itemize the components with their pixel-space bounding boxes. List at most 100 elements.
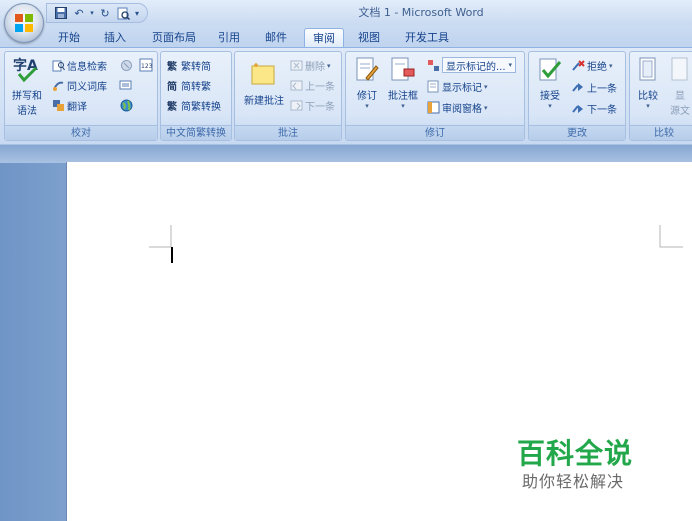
chevron-down-icon: ▾ xyxy=(609,61,613,70)
accept-label: 接受 xyxy=(540,91,560,102)
previous-change-label: 上一条 xyxy=(587,84,617,95)
reviewing-pane-button[interactable]: 审阅窗格 ▾ xyxy=(426,100,488,115)
new-comment-icon xyxy=(249,60,279,90)
compare-icon xyxy=(633,55,663,85)
previous-comment-icon xyxy=(289,79,303,93)
reviewing-pane-label: 审阅窗格 xyxy=(442,104,482,115)
spelling-label-line1: 拼写和 xyxy=(12,91,42,102)
tab-mailings[interactable]: 邮件 xyxy=(258,28,294,48)
chevron-down-icon: ▾ xyxy=(484,103,488,112)
page-top-shadow xyxy=(0,145,692,163)
tab-view[interactable]: 视图 xyxy=(352,28,386,48)
translation-tip-button[interactable] xyxy=(119,58,133,72)
ribbon: 字A 拼写和 语法 信息检索 同义词库 翻译 123 校对 繁 繁转简 简 简转… xyxy=(0,47,692,144)
customize-qat-icon[interactable]: ▾ xyxy=(133,5,141,21)
group-proofing: 字A 拼写和 语法 信息检索 同义词库 翻译 123 校对 xyxy=(4,51,158,141)
to-simplified-label: 繁转简 xyxy=(181,62,211,73)
convert-label: 简繁转换 xyxy=(181,102,221,113)
group-changes: 接受 ▾ 拒绝 ▾ 上一条 下一条 更改 xyxy=(528,51,626,141)
spelling-grammar-button[interactable]: 字A 拼写和 语法 xyxy=(9,55,45,117)
next-change-button[interactable]: 下一条 xyxy=(571,101,617,116)
to-traditional-label: 简转繁 xyxy=(181,82,211,93)
track-changes-label: 修订 xyxy=(357,91,377,102)
new-comment-button[interactable]: 新建批注 xyxy=(239,60,289,107)
chevron-down-icon: ▾ xyxy=(327,61,331,70)
next-change-icon xyxy=(571,102,585,116)
spelling-check-icon: 字A xyxy=(12,55,42,85)
previous-comment-button[interactable]: 上一条 xyxy=(289,78,335,93)
previous-comment-label: 上一条 xyxy=(305,82,335,93)
chevron-down-icon: ▾ xyxy=(646,102,650,110)
compare-button[interactable]: 比较 ▾ xyxy=(634,55,662,110)
chevron-down-icon: ▾ xyxy=(548,102,552,110)
reject-button[interactable]: 拒绝 ▾ xyxy=(571,58,613,73)
office-logo-icon xyxy=(15,14,33,32)
to-traditional-button[interactable]: 简 简转繁 xyxy=(165,78,211,93)
tab-page-layout[interactable]: 页面布局 xyxy=(146,28,202,48)
watermark: 百科全说 助你轻松解决 xyxy=(507,432,652,502)
chevron-down-icon: ▾ xyxy=(365,102,369,110)
group-label-tracking: 修订 xyxy=(346,125,524,140)
show-source-label-line2: 源文 xyxy=(670,106,690,117)
reject-label: 拒绝 xyxy=(587,62,607,73)
show-markup-button[interactable]: 显示标记 ▾ xyxy=(426,79,488,94)
translation-tip-icon xyxy=(119,58,133,72)
tab-home[interactable]: 开始 xyxy=(52,28,86,48)
reject-icon xyxy=(571,59,585,73)
svg-text:123: 123 xyxy=(141,63,153,70)
show-markup-label: 显示标记 xyxy=(442,83,482,94)
set-language-button[interactable] xyxy=(119,78,133,92)
convert-button[interactable]: 繁 简繁转换 xyxy=(165,98,221,113)
tab-developer[interactable]: 开发工具 xyxy=(398,28,456,48)
translate-button[interactable]: 翻译 xyxy=(51,98,87,113)
tab-insert[interactable]: 插入 xyxy=(98,28,132,48)
compare-label: 比较 xyxy=(638,91,658,102)
word-count-button[interactable]: 123 xyxy=(139,58,153,72)
group-chinese-conversion: 繁 繁转简 简 简转繁 繁 简繁转换 中文简繁转换 xyxy=(160,51,232,141)
to-simplified-button[interactable]: 繁 繁转简 xyxy=(165,58,211,73)
language-globe-button[interactable] xyxy=(119,98,133,112)
dropdown-arrow-icon[interactable]: ▾ xyxy=(89,5,95,21)
previous-change-icon xyxy=(571,81,585,95)
display-for-review-dropdown[interactable]: 显示标记的... ▾ xyxy=(426,57,517,73)
thesaurus-label: 同义词库 xyxy=(67,82,107,93)
tab-review[interactable]: 审阅 xyxy=(304,28,344,49)
next-change-label: 下一条 xyxy=(587,105,617,116)
redo-icon[interactable]: ↻ xyxy=(97,5,113,21)
delete-comment-button[interactable]: 删除 ▾ xyxy=(289,58,331,73)
margin-corner-top-right xyxy=(659,225,683,248)
text-cursor xyxy=(171,247,173,263)
convert-icon: 繁 xyxy=(167,102,177,113)
group-label-compare: 比较 xyxy=(630,125,692,140)
undo-icon[interactable]: ↶ xyxy=(71,5,87,21)
next-comment-label: 下一条 xyxy=(305,102,335,113)
globe-icon xyxy=(119,98,133,112)
save-icon[interactable] xyxy=(53,5,69,21)
accept-button[interactable]: 接受 ▾ xyxy=(533,55,567,110)
translate-label: 翻译 xyxy=(67,102,87,113)
group-tracking: 修订 ▾ 批注框 ▾ 显示标记的... ▾ 显示标记 ▾ 审阅窗格 ▾ 修订 xyxy=(345,51,525,141)
research-button[interactable]: 信息检索 xyxy=(51,58,107,73)
print-preview-icon[interactable] xyxy=(115,5,131,21)
previous-change-button[interactable]: 上一条 xyxy=(571,80,617,95)
display-for-review-select[interactable]: 显示标记的... ▾ xyxy=(442,57,517,73)
translate-icon xyxy=(51,99,65,113)
delete-comment-label: 删除 xyxy=(305,62,325,73)
balloons-icon xyxy=(388,55,418,85)
margin-corner-top-left xyxy=(149,225,172,248)
display-for-review-value: 显示标记的... xyxy=(446,61,506,73)
ribbon-tabs: 开始 插入 页面布局 引用 邮件 审阅 视图 开发工具 xyxy=(0,25,692,49)
office-button[interactable] xyxy=(4,3,44,43)
next-comment-button[interactable]: 下一条 xyxy=(289,98,335,113)
spelling-label-line2: 语法 xyxy=(17,106,37,117)
tab-references[interactable]: 引用 xyxy=(212,28,246,48)
to-simplified-icon: 繁 xyxy=(167,62,177,73)
group-label-comments: 批注 xyxy=(235,125,341,140)
show-source-label-line1: 显 xyxy=(675,91,685,102)
show-source-button[interactable]: 显 源文 xyxy=(666,55,692,117)
thesaurus-button[interactable]: 同义词库 xyxy=(51,78,107,93)
thesaurus-icon xyxy=(51,79,65,93)
track-changes-button[interactable]: 修订 ▾ xyxy=(350,55,384,110)
chevron-down-icon: ▾ xyxy=(508,61,513,69)
balloons-button[interactable]: 批注框 ▾ xyxy=(384,55,422,110)
